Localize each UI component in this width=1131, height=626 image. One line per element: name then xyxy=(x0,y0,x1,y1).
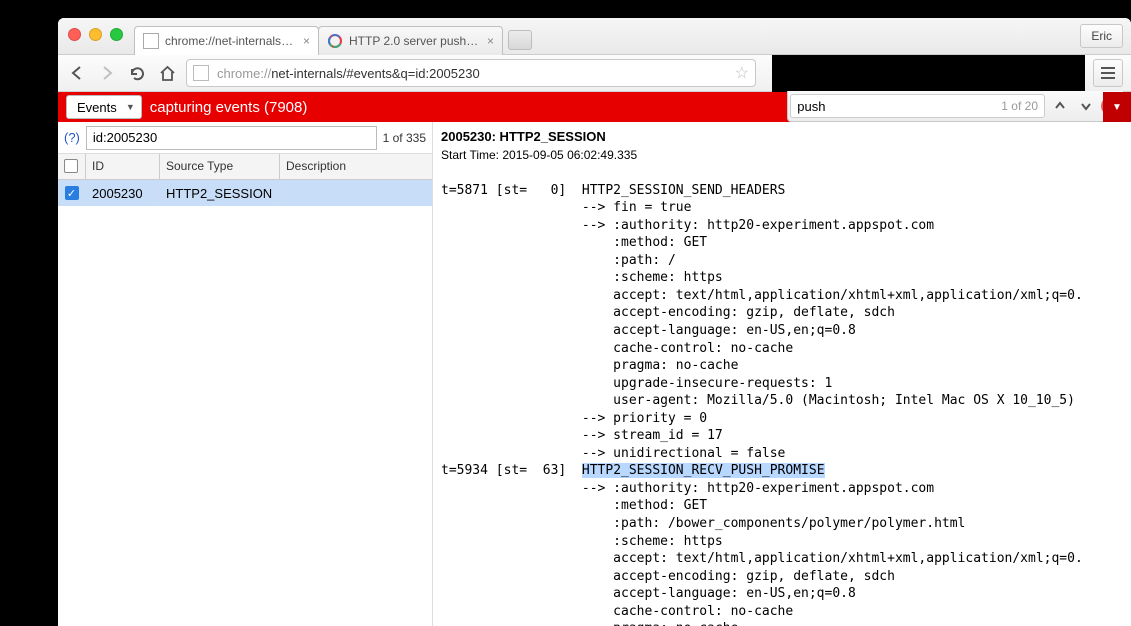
new-tab-button[interactable] xyxy=(508,30,532,50)
header-checkbox-cell xyxy=(58,154,86,179)
tab-title: HTTP 2.0 server push on Ap xyxy=(349,34,479,48)
dropdown-toggle-icon[interactable]: ▼ xyxy=(1103,92,1131,122)
zoom-window-button[interactable] xyxy=(110,28,123,41)
titlebar: chrome://net-internals/#eve × HTTP 2.0 s… xyxy=(58,18,1131,55)
back-button[interactable] xyxy=(66,62,88,84)
close-window-button[interactable] xyxy=(68,28,81,41)
table-header: ID Source Type Description xyxy=(58,154,432,180)
find-next-button[interactable] xyxy=(1075,95,1097,117)
tab-http2-push[interactable]: HTTP 2.0 server push on Ap × xyxy=(318,26,503,55)
events-list-pane: (?) 1 of 335 ID Source Type Description … xyxy=(58,122,433,626)
filter-row: (?) 1 of 335 xyxy=(58,122,432,154)
log-body: t=5871 [st= 0] HTTP2_SESSION_SEND_HEADER… xyxy=(441,183,1083,626)
menu-button[interactable] xyxy=(1093,59,1123,87)
header-source[interactable]: Source Type xyxy=(160,154,280,179)
doc-icon xyxy=(143,33,159,49)
row-id: 2005230 xyxy=(86,182,160,205)
url-scheme: chrome:// xyxy=(217,66,271,81)
table-row[interactable]: ✓ 2005230 HTTP2_SESSION xyxy=(58,180,432,206)
detail-start-time: Start Time: 2015-09-05 06:02:49.335 xyxy=(441,148,637,162)
find-bar: 1 of 20 ✕ xyxy=(787,91,1124,122)
find-input-wrap: 1 of 20 xyxy=(790,94,1045,118)
select-all-checkbox[interactable] xyxy=(64,159,78,173)
traffic-lights xyxy=(68,28,123,41)
forward-button[interactable] xyxy=(96,62,118,84)
profile-button[interactable]: Eric xyxy=(1080,24,1123,48)
find-count: 1 of 20 xyxy=(1001,99,1044,113)
content-area: (?) 1 of 335 ID Source Type Description … xyxy=(58,122,1131,626)
find-input[interactable] xyxy=(791,94,1001,118)
toolbar-black-region xyxy=(772,55,1085,92)
filter-input[interactable] xyxy=(86,126,377,150)
favicon-icon xyxy=(327,33,343,49)
detail-title: 2005230: HTTP2_SESSION xyxy=(441,129,606,144)
minimize-window-button[interactable] xyxy=(89,28,102,41)
bookmark-star-icon[interactable]: ☆ xyxy=(735,63,749,83)
section-dropdown[interactable]: Events xyxy=(66,95,142,119)
tabstrip: chrome://net-internals/#eve × HTTP 2.0 s… xyxy=(134,26,532,55)
event-detail-pane: 2005230: HTTP2_SESSION Start Time: 2015-… xyxy=(433,122,1131,626)
find-prev-button[interactable] xyxy=(1049,95,1071,117)
header-id[interactable]: ID xyxy=(86,154,160,179)
close-tab-icon[interactable]: × xyxy=(487,34,494,48)
row-checkbox[interactable]: ✓ xyxy=(65,186,79,200)
filter-count: 1 of 335 xyxy=(383,131,426,145)
capturing-status: capturing events (7908) xyxy=(150,99,308,116)
filter-help-link[interactable]: (?) xyxy=(64,130,80,145)
page-icon xyxy=(193,65,209,81)
net-internals-header: Events capturing events (7908) 1 of 20 ✕… xyxy=(58,92,1131,122)
header-desc[interactable]: Description xyxy=(280,154,432,179)
tab-net-internals[interactable]: chrome://net-internals/#eve × xyxy=(134,26,319,55)
reload-button[interactable] xyxy=(126,62,148,84)
toolbar: chrome://net-internals/#events&q=id:2005… xyxy=(58,55,1131,92)
browser-window: chrome://net-internals/#eve × HTTP 2.0 s… xyxy=(58,18,1131,626)
tab-title: chrome://net-internals/#eve xyxy=(165,34,295,48)
url-text: net-internals/#events&q=id:2005230 xyxy=(271,66,480,81)
row-source: HTTP2_SESSION xyxy=(160,182,280,205)
close-tab-icon[interactable]: × xyxy=(303,34,310,48)
row-desc xyxy=(280,189,432,197)
address-bar[interactable]: chrome://net-internals/#events&q=id:2005… xyxy=(186,59,756,87)
home-button[interactable] xyxy=(156,62,178,84)
